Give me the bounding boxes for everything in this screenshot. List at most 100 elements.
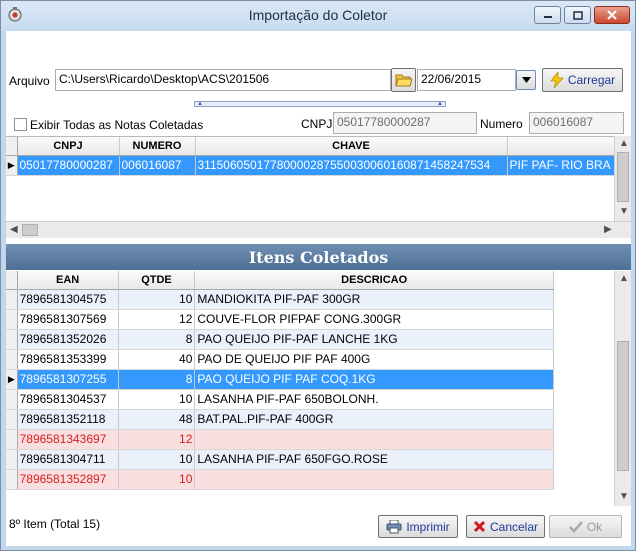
carregar-button[interactable]: Carregar	[542, 68, 623, 92]
scroll-up-icon[interactable]: ▲	[619, 273, 629, 284]
itens-cell-ean[interactable]: 7896581343697	[17, 429, 119, 450]
itens-col-qtde[interactable]: QTDE	[118, 271, 196, 290]
itens-row[interactable]: 7896581352026 8 PAO QUEIJO PIF-PAF LANCHE …	[6, 329, 554, 350]
itens-cell-descricao[interactable]: COUVE-FLOR PIFPAF CONG.300GR	[194, 309, 554, 330]
itens-indicator-header	[6, 271, 18, 290]
cancel-x-icon	[473, 520, 486, 533]
itens-cell-qtde[interactable]: 10	[118, 289, 196, 310]
itens-row[interactable]: 7896581304575 10 MANDIOKITA PIF-PAF 300GR	[6, 289, 554, 310]
folder-open-icon	[394, 74, 413, 87]
itens-row[interactable]: 7896581352118 48 BAT.PAL.PIF-PAF 400GR	[6, 409, 554, 430]
close-button[interactable]	[594, 6, 630, 24]
itens-cell-descricao[interactable]: PAO QUEIJO PIF PAF COQ.1KG	[194, 369, 554, 390]
carregar-label: Carregar	[567, 73, 616, 87]
itens-row[interactable]: 7896581304711 10 LASANHA PIF-PAF 650FGO.RO…	[6, 449, 554, 470]
notas-vertical-scrollbar[interactable]: ▲ ▼	[614, 136, 631, 222]
itens-cell-ean[interactable]: 7896581304537	[17, 389, 119, 410]
row-indicator	[6, 449, 18, 470]
itens-cell-ean[interactable]: 7896581352897	[17, 469, 119, 490]
itens-cell-qtde[interactable]: 48	[118, 409, 196, 430]
itens-row[interactable]: 7896581304537 10 LASANHA PIF-PAF 650BOLONH…	[6, 389, 554, 410]
itens-cell-qtde[interactable]: 12	[118, 309, 196, 330]
row-pointer-icon: ▶	[6, 155, 18, 176]
itens-cell-qtde[interactable]: 10	[118, 449, 196, 470]
itens-grid: EAN QTDE DESCRICAO 7896581304575 10 MANDIO…	[6, 271, 614, 506]
imprimir-label: Imprimir	[406, 519, 450, 534]
status-text: 8º Item (Total 15)	[9, 517, 101, 531]
cnpj-label: CNPJ	[301, 117, 333, 131]
itens-row[interactable]: 7896581307569 12 COUVE-FLOR PIFPAF CONG.30…	[6, 309, 554, 330]
scroll-left-icon[interactable]: ◀	[10, 224, 18, 235]
notas-hscroll-thumb[interactable]	[22, 224, 38, 236]
notas-col-extra[interactable]	[507, 137, 616, 156]
date-input[interactable]: 22/06/2015	[417, 69, 516, 91]
scroll-up-icon[interactable]: ▲	[619, 138, 629, 149]
notas-cell-chave[interactable]: 3115060501778000028755003006016087145824…	[195, 155, 508, 176]
row-indicator	[6, 289, 18, 310]
itens-cell-qtde[interactable]: 8	[118, 329, 196, 350]
notas-vscroll-thumb[interactable]	[617, 152, 629, 202]
numero-label: Numero	[480, 117, 523, 131]
scroll-down-icon[interactable]: ▼	[619, 491, 629, 502]
panel-splitter[interactable]: ▲ ▲	[194, 101, 446, 107]
numero-field[interactable]: 006016087	[529, 112, 624, 134]
row-indicator	[6, 309, 18, 330]
itens-cell-qtde[interactable]: 10	[118, 469, 196, 490]
maximize-button[interactable]	[564, 6, 591, 24]
itens-cell-descricao[interactable]: PAO QUEIJO PIF-PAF LANCHE 1KG	[194, 329, 554, 350]
notas-cell-cnpj[interactable]: 05017780000287	[17, 155, 120, 176]
chevron-down-icon	[521, 77, 531, 83]
itens-cell-descricao[interactable]	[194, 429, 554, 450]
arquivo-path-input[interactable]: C:\Users\Ricardo\Desktop\ACS\201506	[55, 69, 391, 91]
splitter-up-icon-right: ▲	[437, 101, 443, 107]
maximize-icon	[572, 10, 583, 20]
itens-row[interactable]: 7896581352897 10	[6, 469, 554, 490]
notas-row[interactable]: ▶ 05017780000287 006016087 3115060501778…	[6, 155, 616, 176]
notas-cell-numero[interactable]: 006016087	[119, 155, 196, 176]
itens-row[interactable]: ▶ 7896581307255 8 PAO QUEIJO PIF PAF COQ.1K…	[6, 369, 554, 390]
itens-col-descricao[interactable]: DESCRICAO	[194, 271, 554, 290]
notas-cell-extra[interactable]: PIF PAF- RIO BRA	[507, 155, 616, 176]
notas-horizontal-scrollbar[interactable]: ◀ ▶	[6, 221, 631, 238]
scroll-down-icon[interactable]: ▼	[619, 206, 629, 217]
notas-grid: CNPJ NUMERO CHAVE ▶ 05017780000287 00601…	[6, 136, 616, 222]
scroll-right-icon[interactable]: ▶	[604, 224, 612, 235]
itens-cell-descricao[interactable]: BAT.PAL.PIF-PAF 400GR	[194, 409, 554, 430]
itens-col-ean[interactable]: EAN	[17, 271, 119, 290]
itens-cell-ean[interactable]: 7896581353399	[17, 349, 119, 370]
itens-row[interactable]: 7896581343697 12	[6, 429, 554, 450]
itens-cell-ean[interactable]: 7896581304575	[17, 289, 119, 310]
itens-cell-ean[interactable]: 7896581304711	[17, 449, 119, 470]
notas-header-row: CNPJ NUMERO CHAVE	[6, 137, 616, 156]
imprimir-button[interactable]: Imprimir	[378, 515, 458, 538]
itens-vertical-scrollbar[interactable]: ▲ ▼	[614, 271, 631, 506]
itens-cell-descricao[interactable]: LASANHA PIF-PAF 650FGO.ROSE	[194, 449, 554, 470]
row-indicator	[6, 389, 18, 410]
itens-cell-descricao[interactable]: MANDIOKITA PIF-PAF 300GR	[194, 289, 554, 310]
itens-cell-ean[interactable]: 7896581352026	[17, 329, 119, 350]
exibir-todas-checkbox[interactable]	[14, 118, 27, 131]
itens-cell-qtde[interactable]: 10	[118, 389, 196, 410]
itens-cell-descricao[interactable]: PAO DE QUEIJO PIF PAF 400G	[194, 349, 554, 370]
exibir-todas-label[interactable]: Exibir Todas as Notas Coletadas	[30, 118, 203, 132]
cnpj-field[interactable]: 05017780000287	[333, 112, 477, 134]
browse-folder-button[interactable]	[391, 68, 416, 92]
row-indicator	[6, 429, 18, 450]
itens-cell-qtde[interactable]: 12	[118, 429, 196, 450]
itens-row[interactable]: 7896581353399 40 PAO DE QUEIJO PIF PAF 400…	[6, 349, 554, 370]
itens-cell-ean[interactable]: 7896581352118	[17, 409, 119, 430]
minimize-button[interactable]	[534, 6, 561, 24]
itens-cell-descricao[interactable]: LASANHA PIF-PAF 650BOLONH.	[194, 389, 554, 410]
itens-cell-qtde[interactable]: 40	[118, 349, 196, 370]
itens-cell-descricao[interactable]	[194, 469, 554, 490]
notas-col-cnpj[interactable]: CNPJ	[17, 137, 120, 156]
notas-col-chave[interactable]: CHAVE	[195, 137, 508, 156]
itens-cell-ean[interactable]: 7896581307255	[17, 369, 119, 390]
date-dropdown-button[interactable]	[516, 70, 536, 90]
itens-cell-qtde[interactable]: 8	[118, 369, 196, 390]
itens-vscroll-thumb[interactable]	[617, 341, 629, 471]
ok-button[interactable]: Ok	[549, 515, 622, 538]
notas-col-numero[interactable]: NUMERO	[119, 137, 196, 156]
itens-cell-ean[interactable]: 7896581307569	[17, 309, 119, 330]
cancelar-button[interactable]: Cancelar	[466, 515, 545, 538]
